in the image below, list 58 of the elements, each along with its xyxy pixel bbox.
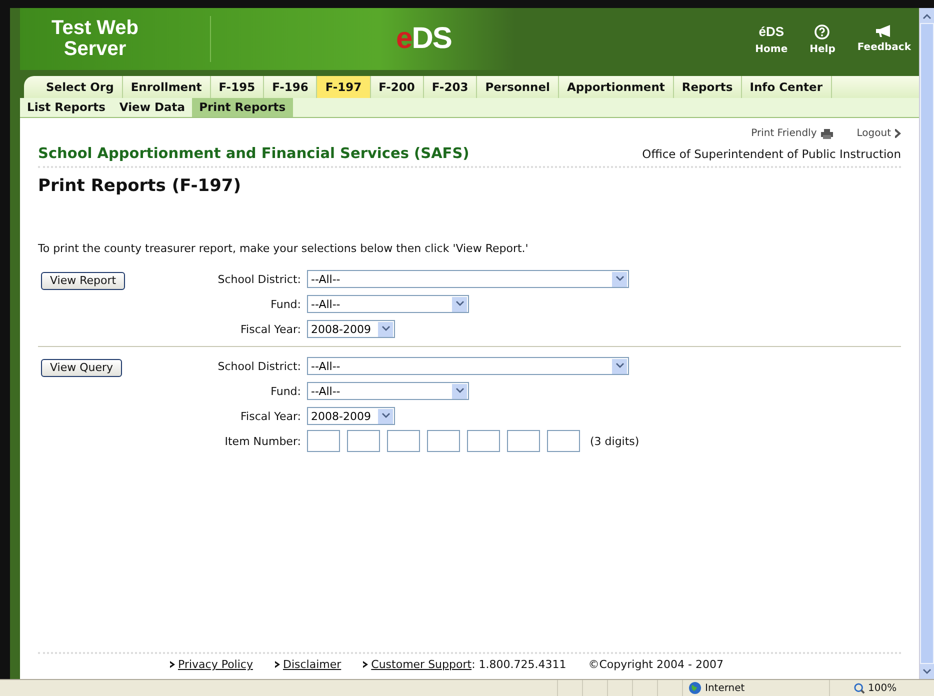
dropdown[interactable]: 2008-2009 (307, 407, 395, 425)
office-name: Office of Superintendent of Public Instruction (642, 147, 901, 161)
item-number-field[interactable] (347, 430, 380, 452)
item-number-field[interactable] (507, 430, 540, 452)
sub-tab[interactable]: List Reports (20, 98, 112, 117)
up-arrow-icon (923, 12, 931, 18)
item-number-field[interactable] (427, 430, 460, 452)
down-arrow-icon (923, 668, 931, 674)
dropdown[interactable]: 2008-2009 (307, 320, 395, 338)
printer-icon (820, 128, 833, 138)
org-title: School Apportionment and Financial Services (SAFS) (38, 146, 470, 162)
dropdown[interactable]: --All-- (307, 382, 469, 400)
item-number-field[interactable] (387, 430, 420, 452)
footer-link[interactable]: Customer Support (371, 658, 472, 671)
zone-label: Internet (705, 682, 745, 694)
site-title: Test Web Server (50, 18, 140, 60)
field-label: School District: (216, 272, 301, 286)
field-label: Item Number: (224, 434, 301, 448)
footer-link[interactable]: Disclaimer (282, 658, 342, 671)
view-button[interactable]: View Query (41, 358, 122, 376)
view-button[interactable]: View Report (41, 272, 126, 290)
chevron-icon (170, 661, 175, 668)
nav-tab[interactable]: F-197 (317, 76, 371, 98)
dropdown[interactable]: --All-- (307, 295, 469, 313)
sub-tab[interactable]: View Data (112, 98, 192, 117)
field-label: Fund: (270, 384, 301, 398)
zoom-icon (854, 682, 865, 694)
scrollbar[interactable] (919, 8, 934, 679)
item-number-field[interactable] (547, 430, 580, 452)
footer-link[interactable]: Privacy Policy (178, 658, 253, 671)
chevron-icon (895, 129, 901, 138)
header-link[interactable]: éDS Home (755, 24, 788, 54)
copyright-text: ©Copyright 2004 - 2007 (588, 658, 724, 671)
digits-note: (3 digits) (590, 434, 640, 448)
chevron-icon (363, 661, 368, 668)
scroll-down-button[interactable] (920, 664, 934, 679)
dropdown[interactable]: --All-- (307, 357, 629, 375)
field-label: Fund: (270, 298, 301, 310)
help-icon (814, 24, 830, 40)
eds-logo: eDS (396, 22, 452, 56)
field-label: Fiscal Year: (240, 322, 301, 336)
header-link[interactable]: Help (810, 24, 836, 54)
instructions-text: To print the county treasurer report, make your selections below then click 'View Report.' (38, 242, 530, 255)
phone-number: : 1.800.725.4311 (472, 658, 566, 671)
logout-link[interactable]: Logout (856, 128, 891, 139)
item-number-field[interactable] (467, 430, 500, 452)
sub-tab[interactable]: Print Reports (192, 98, 293, 117)
chevron-icon (274, 661, 280, 668)
print-friendly-link[interactable]: Print Friendly (751, 128, 817, 139)
field-label: School District: (216, 360, 301, 372)
page-title: Print Reports (F-197) (38, 176, 242, 196)
header-link[interactable]: Feedback (857, 24, 911, 54)
zoom-level[interactable]: 100% (868, 682, 897, 694)
scroll-up-button[interactable] (920, 8, 934, 23)
item-number-field[interactable] (307, 430, 340, 452)
globe-icon (689, 682, 701, 694)
dropdown[interactable]: --All-- (307, 270, 629, 288)
field-label: Fiscal Year: (240, 410, 301, 422)
